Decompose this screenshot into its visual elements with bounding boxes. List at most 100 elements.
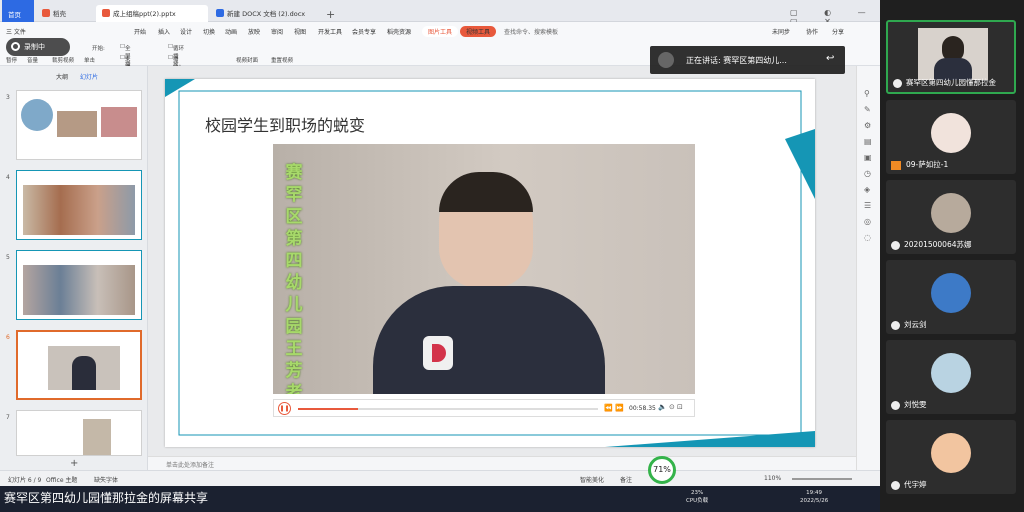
notes-toggle[interactable]: 备注 [620, 475, 632, 484]
start-select[interactable]: 单击 [84, 56, 95, 64]
menu-item-animation[interactable]: 动画 [225, 27, 237, 36]
hide-when-not-playing-checkbox[interactable]: ☐ 未播放时隐藏 [120, 55, 130, 103]
sync-status[interactable]: 未同步 [772, 27, 790, 36]
tab-outline[interactable]: 大纲 [56, 72, 68, 81]
loop-checkbox[interactable]: ☐ 循环播放，直到停止 [168, 44, 184, 84]
participant-name: 赛罕区第四幼儿园懂那拉金 [906, 78, 996, 87]
slide-number: 5 [6, 254, 10, 261]
network-speed-ring[interactable]: 71% [648, 456, 676, 484]
record-icon [11, 42, 20, 51]
slide-thumbnail-7[interactable] [16, 410, 142, 456]
menu-item-design[interactable]: 设计 [180, 27, 192, 36]
participant-tile[interactable]: 刘云剑 [886, 260, 1016, 334]
participant-tile[interactable]: 代宇婷 [886, 420, 1016, 494]
participant-tile[interactable]: 刘悦雯 [886, 340, 1016, 414]
slide-title[interactable]: 校园学生到职场的蜕变 [205, 112, 365, 136]
thumb-photos [23, 265, 135, 315]
video-cover-button[interactable]: 视频封面 [236, 56, 258, 64]
pause-icon[interactable]: ❚❚ [278, 402, 291, 415]
participant-tile[interactable]: 20201500064苏娜 [886, 180, 1016, 254]
menu-file[interactable]: 三 文件 [6, 27, 26, 36]
reset-video-button[interactable]: 重置视频 [271, 56, 293, 64]
smart-beautify[interactable]: 智能美化 [580, 475, 604, 484]
avatar [931, 433, 971, 473]
crop-video-button[interactable]: 裁剪视频 [52, 56, 74, 64]
fullscreen-checkbox[interactable]: ☐ 全屏播放 [120, 44, 130, 76]
skip-icons[interactable]: ⏪ ⏩ [604, 404, 624, 412]
menu-item-devtools[interactable]: 开发工具 [318, 27, 342, 36]
cpu-value: 23% [690, 490, 704, 496]
menu-item-start[interactable]: 开始 [134, 27, 146, 36]
video-controls: ❚❚ ⏪ ⏩ 00:58.35 🔈 ⊙ ⊡ [273, 399, 695, 417]
slide-number: 7 [6, 414, 10, 421]
new-tab-button[interactable]: + [326, 8, 335, 21]
title-bar: 首页 稻壳 成上组稿ppt(2).pptx 新建 DOCX 文档 (2).doc… [0, 0, 880, 26]
taskbar: 赛罕区第四幼儿园懂那拉金的屏幕共享 23% CPU负载 19:49 2022/5/2… [0, 486, 880, 512]
menu-item-view[interactable]: 视图 [294, 27, 306, 36]
tab-docx[interactable]: 新建 DOCX 文档 (2).docx [210, 5, 322, 22]
right-sidebar: ⚲ ✎ ⚙ ▤ ▣ ◷ ◈ ☰ ◎ ◌ [856, 66, 880, 470]
zoom-slider[interactable] [792, 478, 852, 480]
pause-button[interactable]: 暂停 [6, 56, 17, 64]
slide-thumbnail-4[interactable] [16, 170, 142, 240]
ribbon-menu: 三 文件 开始 插入 设计 切换 动画 放映 审阅 视图 开发工具 会员专享 稻… [0, 22, 880, 40]
slide-counter: 幻灯片 6 / 9 [8, 477, 42, 484]
speaker-avatar [658, 52, 674, 68]
notes-pane[interactable]: 单击此处添加备注 [148, 456, 856, 470]
wps-icon [42, 9, 50, 17]
participant-list: 赛罕区第四幼儿园懂那拉金 09-萨如拉-1 20201500064苏娜 刘云剑 … [880, 0, 1024, 512]
vertical-caption: 赛罕区第四幼儿园王芳老师 [285, 163, 303, 394]
slide-thumbnail-6-selected[interactable] [16, 330, 142, 400]
video-frame[interactable]: 赛罕区第四幼儿园王芳老师 [273, 144, 695, 394]
thumb-photo [101, 107, 137, 137]
rewind-checkbox[interactable]: ☐ 播放完返回开头 [168, 55, 178, 111]
speaking-label: 正在讲话: 赛罕区第四幼儿... [686, 56, 787, 65]
menu-item-slideshow[interactable]: 放映 [248, 27, 260, 36]
slide-canvas: 校园学生到职场的蜕变 赛罕区第四幼儿园王芳老师 ❚❚ ⏪ ⏩ 00:58.35 … [148, 66, 856, 456]
sidebar-tool-icons[interactable]: ⚲ ✎ ⚙ ▤ ▣ ◷ ◈ ☰ ◎ ◌ [864, 86, 872, 246]
collaborate-button[interactable]: 协作 [806, 27, 818, 36]
menu-item-docer[interactable]: 稻壳资源 [387, 27, 411, 36]
menu-item-transition[interactable]: 切换 [203, 27, 215, 36]
participant-tile[interactable]: 09-萨如拉-1 [886, 100, 1016, 174]
tab-home[interactable]: 首页 [2, 0, 34, 22]
volume-icon[interactable]: 🔈 ⊙ ⊡ [658, 403, 683, 411]
tab-slides[interactable]: 幻灯片 [80, 72, 98, 81]
menu-item-insert[interactable]: 插入 [158, 27, 170, 36]
participant-tile[interactable]: 赛罕区第四幼儿园懂那拉金 [886, 20, 1016, 94]
slide-number: 4 [6, 174, 10, 181]
tab-active-presentation[interactable]: 成上组稿ppt(2).pptx [96, 5, 208, 22]
thumb-photo [21, 99, 53, 131]
zoom-level[interactable]: 110% [764, 475, 781, 482]
volume-button[interactable]: 音量 [27, 56, 38, 64]
participant-name: 20201500064苏娜 [904, 240, 972, 249]
tab-video-tools[interactable]: 视频工具 [460, 26, 497, 37]
tab-wps[interactable]: 稻壳 [36, 5, 94, 22]
share-button[interactable]: 分享 [832, 27, 844, 36]
avatar [931, 273, 971, 313]
participant-video [918, 28, 988, 80]
theme-label: Office 主题 [46, 477, 78, 484]
slide-thumbnail-panel: 大纲 幻灯片 3 4 5 6 7 + [0, 66, 148, 470]
mic-icon [891, 321, 900, 330]
back-arrow-icon[interactable]: ↩ [826, 53, 834, 64]
menu-item-member[interactable]: 会员专享 [352, 27, 376, 36]
tab-active-label: 成上组稿ppt(2).pptx [113, 10, 176, 18]
missing-fonts[interactable]: 缺失字体 [94, 475, 118, 484]
tab-picture-tools[interactable]: 图片工具 [422, 26, 459, 37]
video-progress-track[interactable] [298, 408, 598, 410]
add-slide-button[interactable]: + [70, 458, 78, 469]
pptx-icon [102, 9, 110, 17]
presenter-body [373, 286, 605, 394]
slide-thumbnail-5[interactable] [16, 250, 142, 320]
search-command[interactable]: 查找命令、搜索模板 [504, 27, 558, 36]
ring-percent: 71% [653, 465, 671, 474]
recording-indicator[interactable]: 录制中 [6, 38, 70, 56]
slide-thumbnail-3[interactable] [16, 90, 142, 160]
tab-docx-label: 新建 DOCX 文档 (2).docx [227, 10, 306, 18]
start-label: 开始: [92, 46, 105, 52]
slide-number: 3 [6, 94, 10, 101]
menu-item-review[interactable]: 审阅 [271, 27, 283, 36]
user-icon [891, 161, 901, 170]
cpu-label: CPU负载 [686, 498, 709, 504]
